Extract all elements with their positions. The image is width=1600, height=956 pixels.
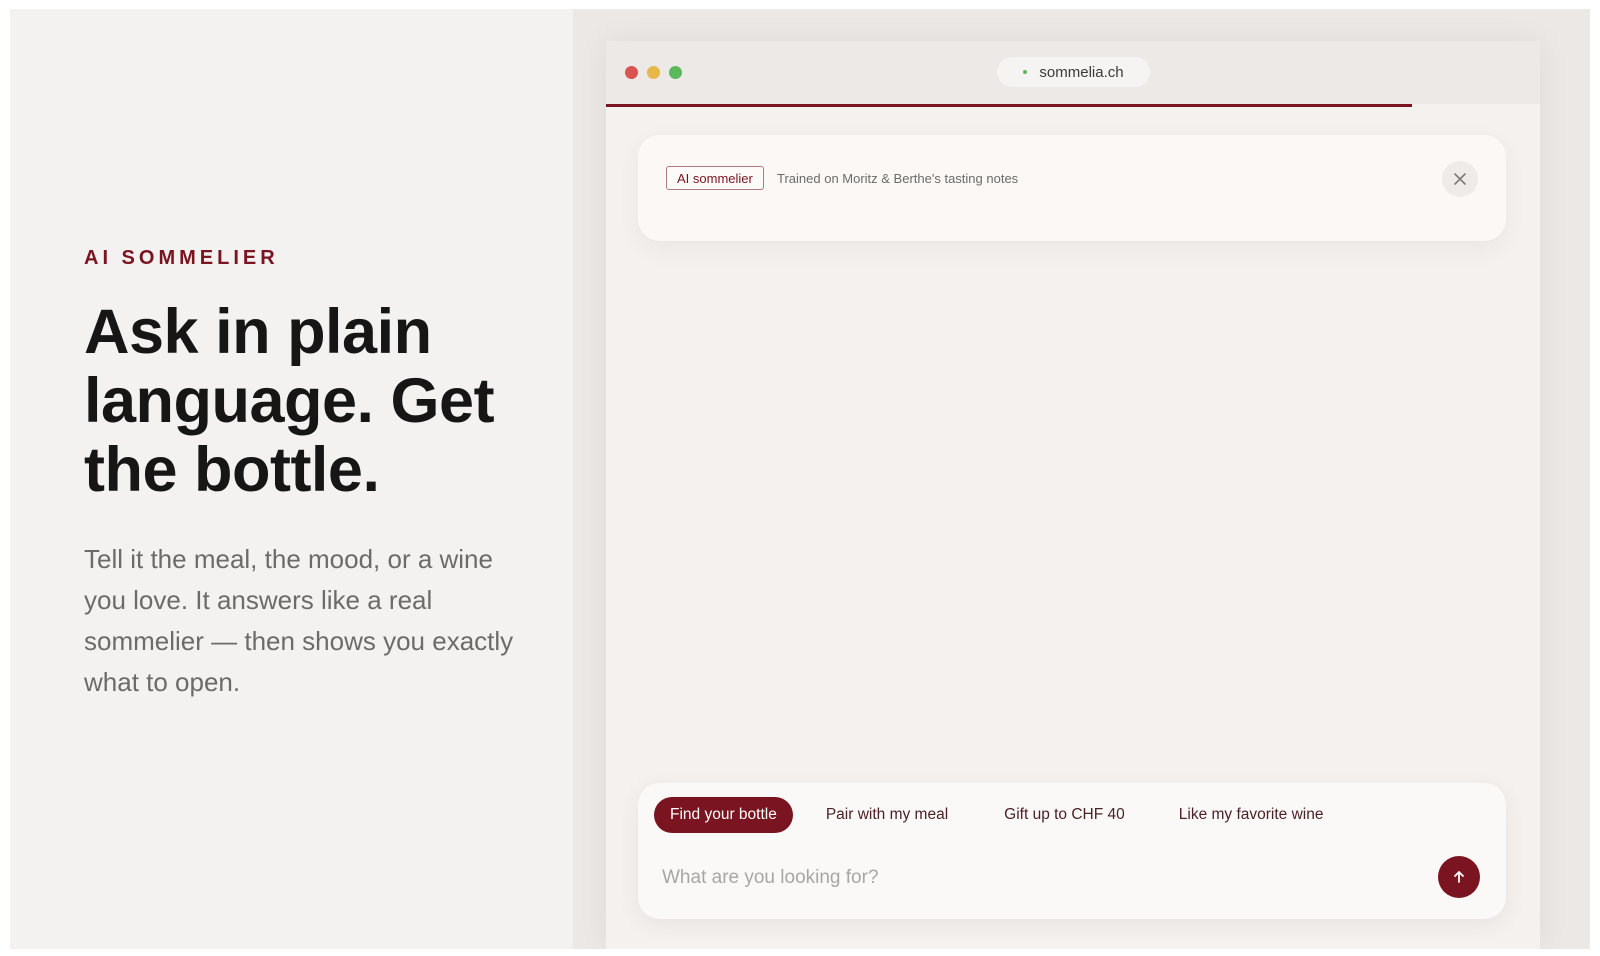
chat-composer: Find your bottle Pair with my meal Gift … [638,783,1506,919]
secure-indicator-icon [1023,70,1028,74]
chip-find-your-bottle[interactable]: Find your bottle [654,797,793,833]
preview-panel: sommelia.ch AI sommelier Trained on Mori… [573,9,1590,949]
chip-like-my-favorite-wine[interactable]: Like my favorite wine [1161,797,1341,833]
chat-input[interactable] [662,863,1422,893]
send-button[interactable] [1438,856,1480,898]
address-url: sommelia.ch [1039,63,1124,81]
hero-headline: Ask in plain language. Get the bottle. [84,297,495,505]
hero-panel: AI SOMMELIER Ask in plain language. Get … [10,9,573,949]
chip-pair-with-my-meal[interactable]: Pair with my meal [808,797,966,833]
page-frame: AI SOMMELIER Ask in plain language. Get … [10,9,1590,949]
banner-note: Trained on Moritz & Berthe's tasting not… [777,171,1019,186]
banner-close-button[interactable] [1442,161,1478,197]
ai-sommelier-badge: AI sommelier [666,166,764,190]
maximize-window-dot[interactable] [669,66,682,79]
chip-gift-up-to-chf-40[interactable]: Gift up to CHF 40 [987,797,1142,833]
page-load-progress [606,104,1412,107]
address-bar[interactable]: sommelia.ch [997,57,1150,87]
eyebrow-label: AI SOMMELIER [84,247,279,269]
minimize-window-dot[interactable] [647,66,660,79]
browser-titlebar: sommelia.ch [606,41,1540,104]
sommelier-banner: AI sommelier Trained on Moritz & Berthe'… [638,135,1506,241]
arrow-up-icon [1454,871,1464,883]
suggestion-chips: Find your bottle Pair with my meal Gift … [654,797,1353,833]
close-window-dot[interactable] [625,66,638,79]
close-icon [1454,173,1466,185]
browser-window: sommelia.ch AI sommelier Trained on Mori… [606,41,1540,949]
hero-subtext: Tell it the meal, the mood, or a wine yo… [84,544,514,697]
